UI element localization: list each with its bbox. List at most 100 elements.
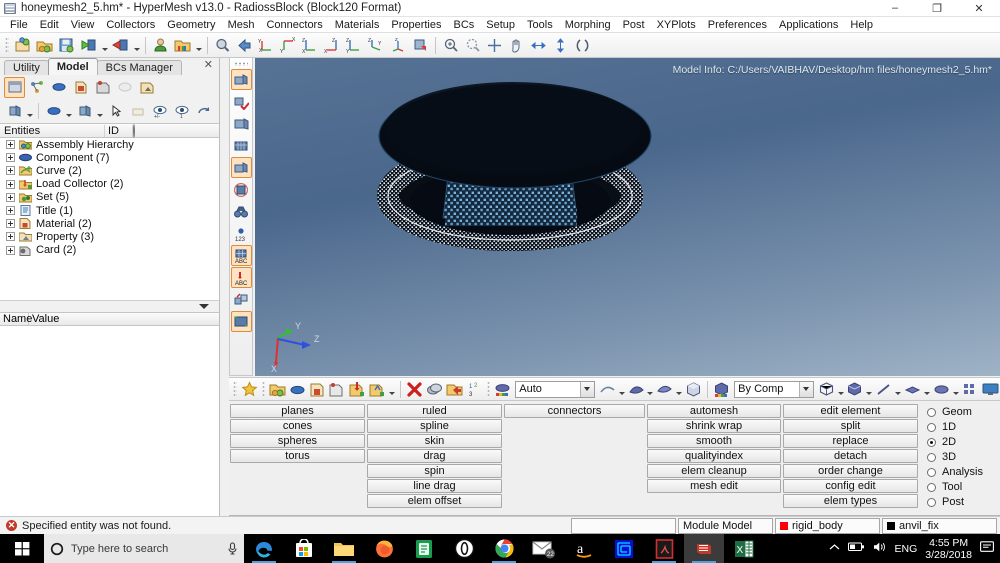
panel-button-replace[interactable]: replace [783,434,918,448]
zoom-out-icon[interactable] [462,35,483,56]
radio-dot-icon[interactable] [927,407,936,417]
export-icon[interactable] [110,35,131,56]
component-display-dropdown-arrow[interactable] [65,101,73,122]
taskbar-blue-logo-icon[interactable] [604,534,644,563]
tab-utility[interactable]: Utility [4,60,49,75]
graphics-viewport[interactable]: Model Info: C:/Users/VAIBHAV/Desktop/hm … [255,58,1000,376]
menu-item-properties[interactable]: Properties [385,18,447,32]
card-icon[interactable] [92,77,113,98]
property-icon[interactable] [136,77,157,98]
panel-button-config-edit[interactable]: config edit [783,479,918,493]
pointer-icon[interactable] [105,101,126,122]
panel-button-split[interactable]: split [783,419,918,433]
mesh-wire-icon[interactable] [817,379,836,400]
smooth-dropdown-arrow[interactable] [647,379,655,400]
component-icon[interactable] [288,379,307,400]
mesh-check-icon[interactable] [231,91,252,112]
taskbar-acrobat-reader-icon[interactable] [644,534,684,563]
taskbar-amazon-icon[interactable]: a [564,534,604,563]
module-field[interactable]: Module Model [678,517,773,534]
radio-dot-icon[interactable] [927,497,936,507]
solid-shade-icon[interactable] [684,379,703,400]
radio-tool[interactable]: Tool [927,480,983,494]
show-hide-icon[interactable]: +/- [149,101,170,122]
reverse-icon[interactable] [193,101,214,122]
tree-item[interactable]: Property (3) [0,230,219,243]
mesh-move-icon[interactable] [231,289,252,310]
component-icon[interactable] [48,77,69,98]
radio-dot-icon[interactable] [927,422,936,432]
panel-button-spline[interactable]: spline [367,419,502,433]
line-display-icon[interactable] [874,379,893,400]
panel-button-detach[interactable]: detach [783,449,918,463]
tree-item[interactable]: Load Collector (2) [0,178,219,191]
taskbar-firefox-icon[interactable] [364,534,404,563]
expand-icon[interactable] [6,192,15,202]
back-arrow-icon[interactable] [234,35,255,56]
collectors-toolbar-grip[interactable] [233,381,237,397]
save-model-icon[interactable] [56,35,77,56]
delete-icon[interactable] [405,379,424,400]
open-model-icon[interactable] [34,35,55,56]
panel-button-torus[interactable]: torus [230,449,365,463]
taskbar-excel-icon[interactable]: X [724,534,764,563]
taskbar-store-icon[interactable] [284,534,324,563]
import-icon[interactable] [78,35,99,56]
vertical-toolbar-grip[interactable] [234,62,248,66]
menu-item-collectors[interactable]: Collectors [100,18,161,32]
radio-dot-icon[interactable] [927,467,936,477]
panel-button-drag[interactable]: drag [367,449,502,463]
radio-dot-icon[interactable] [927,437,936,447]
status-input-field[interactable] [571,517,676,534]
radio-geom[interactable]: Geom [927,405,983,419]
tree-item[interactable]: Card (2) [0,244,219,257]
fit-icon[interactable] [484,35,505,56]
pan-icon[interactable] [506,35,527,56]
abc-label-icon[interactable]: ABC [230,267,252,288]
mesh-wire-dropdown-arrow[interactable] [837,379,845,400]
solid-display-dropdown-arrow[interactable] [952,379,960,400]
renumber-icon[interactable]: 123 [465,379,484,400]
wireframe-dropdown-arrow[interactable] [618,379,626,400]
isolate-icon[interactable]: 1 [171,101,192,122]
taskbar-hypermesh-icon[interactable] [684,534,724,563]
view-yz-icon[interactable]: ZY [344,35,365,56]
toolbar-grip[interactable] [5,37,9,53]
radio-post[interactable]: Post [927,495,983,509]
mesh-box-icon[interactable] [230,157,252,178]
tab-bcs-manager[interactable]: BCs Manager [96,60,182,75]
menu-item-setup[interactable]: Setup [480,18,521,32]
favorite-star-icon[interactable] [240,379,259,400]
system-dropdown-arrow[interactable] [388,379,396,400]
element-grid-icon[interactable] [961,379,980,400]
view-xy-icon[interactable]: YX [256,35,277,56]
panel-button-mesh-edit[interactable]: mesh edit [647,479,781,493]
system-collector-icon[interactable] [368,379,387,400]
import-dropdown-arrow[interactable] [100,35,109,56]
panel-button-cones[interactable]: cones [230,419,365,433]
panel-button-elem-cleanup[interactable]: elem cleanup [647,464,781,478]
entity-field-1[interactable]: rigid_body [775,517,880,534]
note-icon[interactable] [127,101,148,122]
menu-item-bcs[interactable]: BCs [448,18,481,32]
rotate-icon[interactable] [572,35,593,56]
mesh-solid-dropdown-arrow[interactable] [865,379,873,400]
entity-tree[interactable]: Assembly Hierarchy Component (7) Curve (2)… [0,138,219,300]
load-collector-icon[interactable] [348,379,367,400]
menu-item-materials[interactable]: Materials [329,18,386,32]
menu-item-applications[interactable]: Applications [773,18,844,32]
show-hidden-icons-icon[interactable] [829,543,840,555]
windows-start-icon[interactable] [0,534,44,563]
shade-variant-icon[interactable] [655,379,674,400]
taskbar-edge-icon[interactable] [244,534,284,563]
tab-model[interactable]: Model [47,58,98,75]
menu-item-connectors[interactable]: Connectors [260,18,328,32]
tree-item[interactable]: Title (1) [0,204,219,217]
screen-icon[interactable] [981,379,1000,400]
display-dropdown-arrow[interactable] [26,101,34,122]
menu-item-help[interactable]: Help [844,18,879,32]
radio-dot-icon[interactable] [927,452,936,462]
display-icon[interactable] [4,101,25,122]
user-profile-icon[interactable] [150,35,171,56]
entity-field-2[interactable]: anvil_fix [882,517,997,534]
